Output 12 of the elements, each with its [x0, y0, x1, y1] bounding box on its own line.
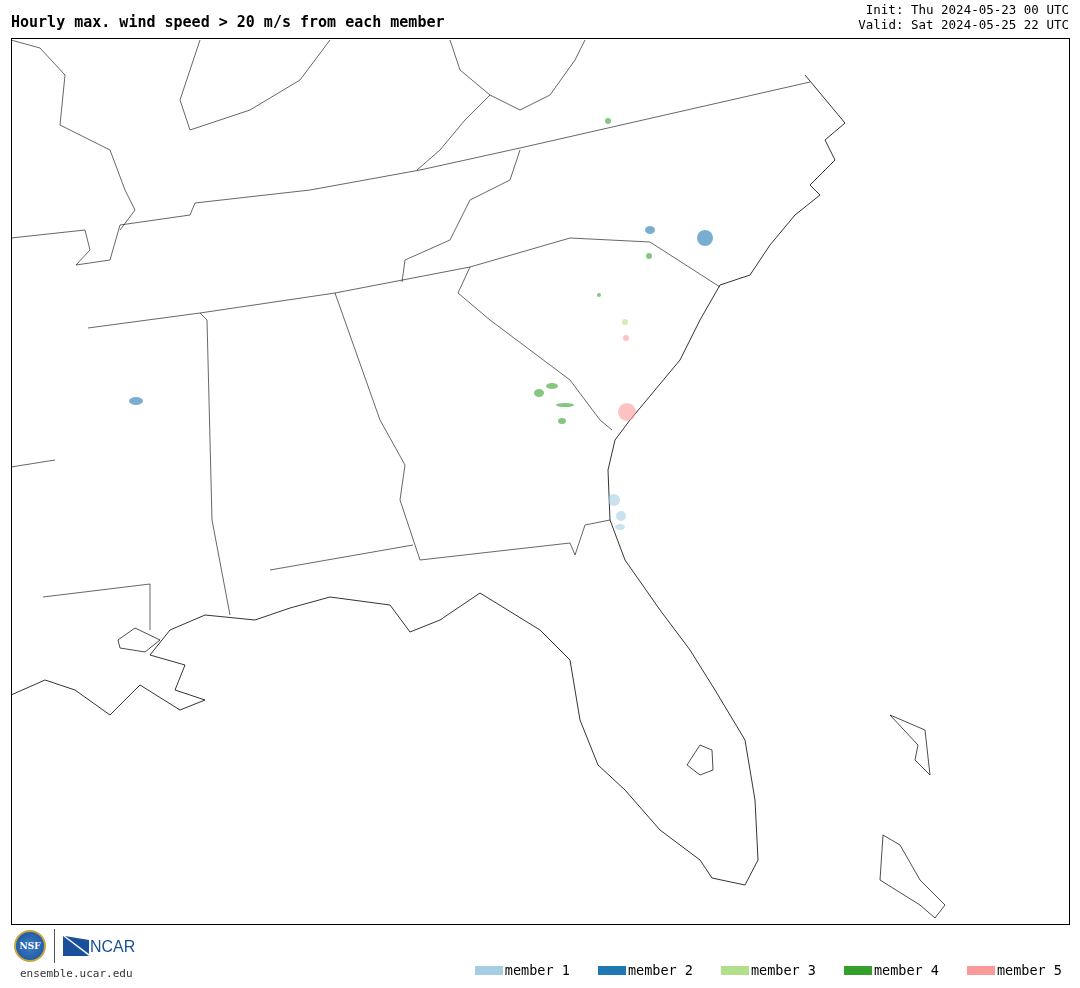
- chart-title: Hourly max. wind speed > 20 m/s from each member: [11, 13, 445, 31]
- nsf-logo[interactable]: NSF: [14, 930, 46, 962]
- ncar-emblem-icon: [63, 936, 89, 956]
- legend-label: member 4: [873, 962, 939, 978]
- init-time: Init: Thu 2024-05-23 00 UTC: [865, 2, 1069, 17]
- legend-label: member 2: [627, 962, 693, 978]
- valid-time: Valid: Sat 2024-05-25 22 UTC: [858, 17, 1069, 32]
- site-url: ensemble.ucar.edu: [20, 967, 133, 980]
- legend-label: member 1: [504, 962, 570, 978]
- ncar-logo[interactable]: NCAR: [90, 938, 136, 956]
- legend-label: member 3: [750, 962, 816, 978]
- legend-label: member 5: [996, 962, 1062, 978]
